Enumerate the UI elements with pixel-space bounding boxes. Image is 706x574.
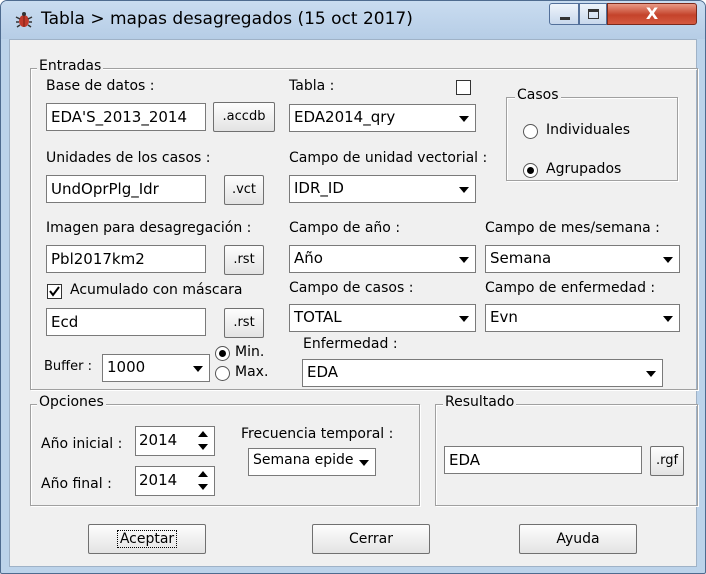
- anio-inicial-value: 2014: [139, 431, 178, 449]
- chevron-down-icon[interactable]: [188, 356, 208, 380]
- campo-enf-value: Evn: [490, 308, 518, 326]
- resultado-input[interactable]: EDA: [444, 446, 642, 474]
- rst-button[interactable]: .rst: [224, 245, 264, 275]
- frecuencia-value: Semana epidem: [253, 452, 368, 468]
- buffer-label: Buffer :: [44, 359, 92, 374]
- unidades-input[interactable]: UndOprPlg_Idr: [46, 175, 206, 203]
- aceptar-button[interactable]: Aceptar: [88, 524, 206, 554]
- tabla-checkbox[interactable]: [456, 80, 471, 95]
- chevron-down-icon[interactable]: [658, 247, 678, 271]
- campo-unidad-value: IDR_ID: [294, 179, 344, 197]
- chevron-down-icon[interactable]: [454, 247, 474, 271]
- chevron-down-icon[interactable]: [454, 177, 474, 201]
- aceptar-label: Aceptar: [116, 530, 178, 548]
- anio-final-value: 2014: [139, 471, 178, 489]
- campo-unidad-select[interactable]: IDR_ID: [289, 175, 476, 203]
- imagen-input[interactable]: Pbl2017km2: [46, 245, 206, 273]
- campo-unidad-label: Campo de unidad vectorial :: [289, 150, 488, 166]
- cerrar-button[interactable]: Cerrar: [312, 524, 430, 554]
- frecuencia-select[interactable]: Semana epidem: [248, 448, 376, 476]
- anio-final-spinner[interactable]: 2014: [135, 466, 215, 496]
- spin-down-icon[interactable]: [193, 441, 213, 454]
- anio-inicial-spinner[interactable]: 2014: [135, 426, 215, 456]
- unidades-label: Unidades de los casos :: [46, 150, 211, 166]
- acumulado-label[interactable]: Acumulado con máscara: [70, 282, 243, 298]
- campo-enf-label: Campo de enfermedad :: [485, 280, 656, 296]
- frecuencia-label: Frecuencia temporal :: [241, 426, 394, 442]
- vct-button[interactable]: .vct: [224, 175, 264, 205]
- anio-inicial-label: Año inicial :: [41, 436, 123, 452]
- anio-inicial-spin-buttons: [193, 428, 213, 454]
- minimize-icon: [560, 17, 570, 20]
- opciones-legend: Opciones: [37, 394, 106, 410]
- min-radio[interactable]: [215, 346, 230, 361]
- campo-anio-label: Campo de año :: [289, 220, 401, 236]
- title-bar[interactable]: Tabla > mapas desagregados (15 oct 2017)…: [1, 1, 705, 39]
- spin-down-icon[interactable]: [193, 481, 213, 494]
- mascara-input[interactable]: Ecd: [46, 308, 206, 336]
- agrupados-radio[interactable]: [523, 163, 538, 178]
- buffer-value: 1000: [107, 358, 146, 376]
- checkmark-icon: [49, 286, 60, 297]
- resultado-legend: Resultado: [443, 394, 517, 410]
- accdb-button[interactable]: .accdb: [213, 102, 275, 132]
- agrupados-label[interactable]: Agrupados: [546, 161, 621, 177]
- enfermedad-value: EDA: [307, 363, 339, 381]
- enfermedad-select[interactable]: EDA: [302, 359, 663, 387]
- campo-casos-value: TOTAL: [294, 308, 342, 326]
- tabla-select[interactable]: EDA2014_qry: [289, 104, 476, 132]
- close-button[interactable]: X: [607, 3, 697, 25]
- anio-final-spin-buttons: [193, 468, 213, 494]
- base-datos-label: Base de datos :: [46, 78, 155, 94]
- campo-casos-label: Campo de casos :: [289, 280, 414, 296]
- bug-icon: [15, 12, 33, 28]
- chevron-down-icon[interactable]: [658, 306, 678, 330]
- campo-mes-value: Semana: [490, 249, 552, 267]
- dialog-window: Tabla > mapas desagregados (15 oct 2017)…: [0, 0, 706, 574]
- maximize-icon: [588, 9, 599, 19]
- window-title: Tabla > mapas desagregados (15 oct 2017): [41, 9, 413, 29]
- min-label[interactable]: Min.: [235, 344, 264, 360]
- buffer-select[interactable]: 1000: [102, 354, 210, 382]
- campo-casos-select[interactable]: TOTAL: [289, 304, 476, 332]
- dialog-body: Entradas Base de datos : EDA'S_2013_2014…: [9, 39, 698, 567]
- minimize-button[interactable]: [549, 3, 579, 25]
- ayuda-button[interactable]: Ayuda: [519, 524, 637, 554]
- campo-enf-select[interactable]: Evn: [485, 304, 680, 332]
- spin-up-icon[interactable]: [193, 428, 213, 441]
- chevron-down-icon[interactable]: [454, 106, 474, 130]
- rst-button-2[interactable]: .rst: [224, 308, 264, 338]
- tabla-value: EDA2014_qry: [294, 108, 396, 126]
- chevron-down-icon[interactable]: [454, 306, 474, 330]
- max-radio[interactable]: [215, 366, 230, 381]
- acumulado-checkbox[interactable]: [47, 284, 62, 299]
- maximize-button[interactable]: [579, 3, 607, 25]
- enfermedad-label: Enfermedad :: [303, 336, 398, 352]
- individuales-radio[interactable]: [523, 124, 538, 139]
- spin-up-icon[interactable]: [193, 468, 213, 481]
- individuales-label[interactable]: Individuales: [546, 122, 630, 138]
- campo-anio-value: Año: [294, 249, 323, 267]
- rgf-button[interactable]: .rgf: [650, 446, 684, 476]
- entradas-legend: Entradas: [37, 58, 104, 74]
- base-datos-input[interactable]: EDA'S_2013_2014: [46, 103, 206, 131]
- campo-anio-select[interactable]: Año: [289, 245, 476, 273]
- close-icon: X: [645, 4, 659, 23]
- chevron-down-icon[interactable]: [354, 450, 374, 474]
- anio-final-label: Año final :: [41, 476, 112, 492]
- tabla-label: Tabla :: [289, 78, 335, 94]
- campo-mes-select[interactable]: Semana: [485, 245, 680, 273]
- imagen-label: Imagen para desagregación :: [46, 220, 252, 236]
- chevron-down-icon[interactable]: [641, 361, 661, 385]
- max-label[interactable]: Max.: [235, 364, 268, 380]
- campo-mes-label: Campo de mes/semana :: [485, 220, 660, 236]
- casos-legend: Casos: [515, 87, 561, 103]
